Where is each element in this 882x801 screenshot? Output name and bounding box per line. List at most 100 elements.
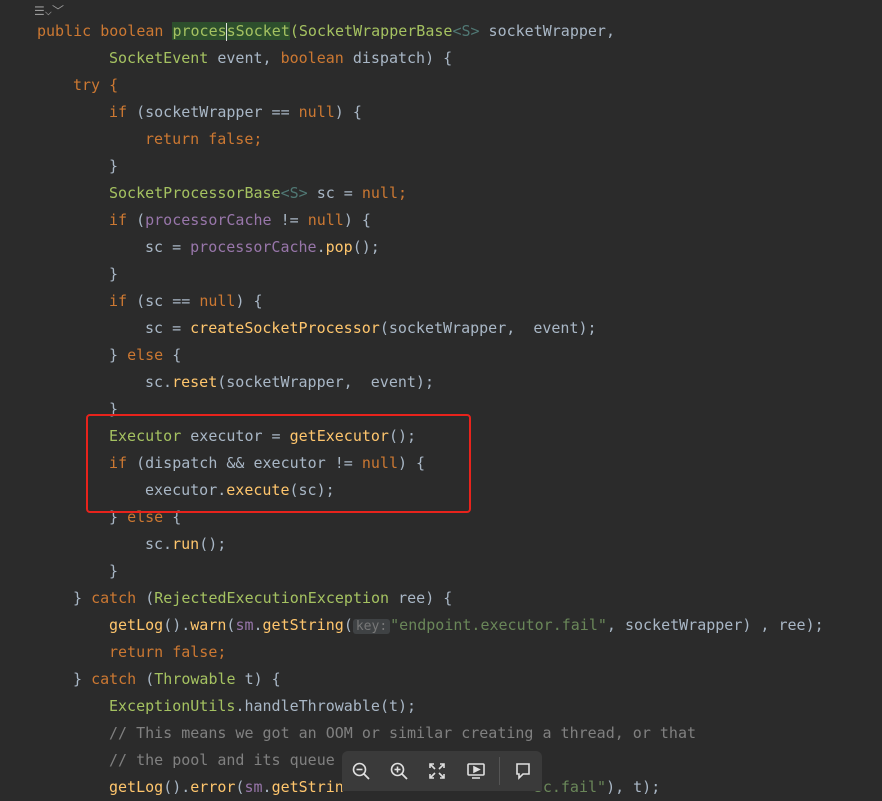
token: if: [109, 103, 137, 121]
code-line: sc.run();: [0, 531, 882, 558]
token: t) {: [235, 670, 281, 688]
token: }: [109, 157, 119, 175]
code-line: } catch (Throwable t) {: [0, 666, 882, 693]
code-line: SocketProcessorBase<S> sc = null;: [0, 180, 882, 207]
token: getLog: [109, 616, 164, 634]
code-line: }: [0, 261, 882, 288]
token: RejectedExecutionException: [154, 589, 390, 607]
token: return false: [109, 643, 218, 661]
token: sc.: [145, 373, 173, 391]
code-line: return false;: [0, 639, 882, 666]
token: processorCache: [190, 238, 317, 256]
token: (: [145, 670, 155, 688]
token: if: [109, 292, 137, 310]
token: ;: [217, 643, 227, 661]
token: }: [109, 346, 128, 364]
code-line: sc = processorCache.pop();: [0, 234, 882, 261]
toolbar-separator: [498, 757, 500, 785]
code-editor[interactable]: ☰⌵﹀ public boolean processSocket(SocketW…: [0, 0, 882, 796]
token: sc =: [145, 319, 191, 337]
token: reset: [172, 373, 218, 391]
token: ExceptionUtils: [109, 697, 236, 715]
token: <S>: [452, 22, 480, 40]
parameter-hint: key:: [352, 619, 391, 634]
zoom-out-icon[interactable]: [346, 756, 376, 786]
token: pop: [325, 238, 353, 256]
code-line: if (socketWrapper == null) {: [0, 99, 882, 126]
token: }: [73, 670, 92, 688]
token: proces: [172, 22, 227, 40]
token: null: [307, 211, 344, 229]
token: ;: [253, 130, 263, 148]
code-line: } catch (RejectedExecutionException ree)…: [0, 585, 882, 612]
token: public boolean: [37, 22, 173, 40]
token: }: [73, 589, 92, 607]
token: SocketEvent: [109, 49, 209, 67]
token: event);: [524, 319, 597, 337]
token: (: [343, 616, 353, 634]
token: ().: [163, 616, 191, 634]
token: handleThrowable: [244, 697, 380, 715]
token: catch: [91, 670, 146, 688]
token: else: [127, 346, 164, 364]
code-line: sc = createSocketProcessor(socketWrapper…: [0, 315, 882, 342]
token: sm: [244, 778, 263, 796]
token: ) {: [334, 103, 362, 121]
token: Throwable: [154, 670, 236, 688]
code-line: sc.reset(socketWrapper, event);: [0, 369, 882, 396]
code-line: }: [0, 558, 882, 585]
zoom-in-icon[interactable]: [384, 756, 414, 786]
comment-icon[interactable]: [508, 756, 538, 786]
token: null: [361, 184, 398, 202]
slideshow-icon[interactable]: [461, 756, 491, 786]
comment: // the pool and its queue: [109, 751, 335, 769]
code-line: try {: [0, 72, 882, 99]
token: .: [253, 616, 263, 634]
token: ) {: [343, 211, 371, 229]
token: run: [172, 535, 200, 553]
code-line: if (sc == null) {: [0, 288, 882, 315]
token: sc.fail": [533, 778, 607, 796]
code-line: SocketEvent event, boolean dispatch) {: [0, 45, 882, 72]
code-line: }: [0, 153, 882, 180]
token: error: [190, 778, 236, 796]
token: .: [262, 778, 272, 796]
token: null: [298, 103, 335, 121]
image-viewer-toolbar: [342, 751, 542, 791]
token: getLog: [109, 778, 164, 796]
token: }: [109, 562, 119, 580]
token: .: [316, 238, 326, 256]
token: (sc ==: [136, 292, 200, 310]
token: (: [136, 211, 146, 229]
token: , socketWrapper) , ree);: [606, 616, 824, 634]
code-line: if (processorCache != null) {: [0, 207, 882, 234]
token: ();: [199, 535, 227, 553]
token: ), t);: [606, 778, 661, 796]
token: sc =: [145, 238, 191, 256]
token: (socketWrapper,: [379, 319, 525, 337]
token: null: [199, 292, 236, 310]
code-line: } else {: [0, 342, 882, 369]
code-line: return false;: [0, 126, 882, 153]
token: ;: [398, 184, 408, 202]
comment: // This means we got an OOM or similar c…: [109, 724, 696, 742]
token: ) {: [235, 292, 263, 310]
code-line: // This means we got an OOM or similar c…: [0, 720, 882, 747]
fold-marker-icon[interactable]: ☰⌵﹀: [34, 2, 64, 19]
token: event);: [361, 373, 434, 391]
token: try {: [73, 76, 119, 94]
token: (socketWrapper,: [217, 373, 362, 391]
token: <S>: [280, 184, 308, 202]
token: {: [163, 346, 182, 364]
token: !=: [271, 211, 308, 229]
token: warn: [190, 616, 227, 634]
token: if: [109, 211, 137, 229]
token: event,: [208, 49, 281, 67]
code-line: getLog().warn(sm.getString(key: "endpoint…: [0, 612, 882, 639]
token: "endpoint.executor.fail": [390, 616, 607, 634]
token: return false: [145, 130, 254, 148]
token: ();: [352, 238, 380, 256]
annotation-highlight-box: [86, 414, 471, 513]
fullscreen-icon[interactable]: [422, 756, 452, 786]
token: ree) {: [389, 589, 453, 607]
